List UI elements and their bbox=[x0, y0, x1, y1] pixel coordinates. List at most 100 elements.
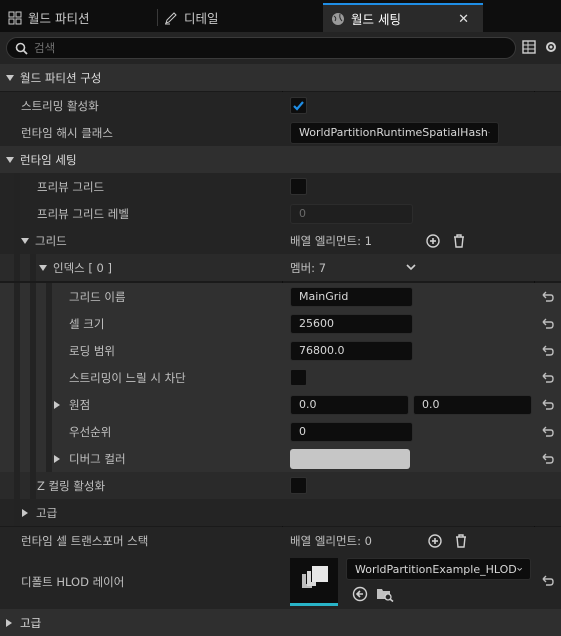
search-row bbox=[0, 32, 561, 64]
trash-icon[interactable] bbox=[454, 533, 468, 548]
chevron-down-icon[interactable] bbox=[21, 237, 29, 244]
reset-arrow-icon[interactable] bbox=[540, 425, 554, 439]
tab-label: 월드 세팅 bbox=[351, 12, 401, 27]
tab-bar: 월드 파티션 디테일 월드 세팅 ✕ bbox=[0, 0, 561, 32]
property-label: 셀 크기 bbox=[69, 316, 105, 331]
priority-field[interactable]: 0 bbox=[290, 421, 413, 442]
dropdown-value: WorldPartitionExample_HLOD bbox=[355, 562, 517, 576]
property-label: 디버그 컬러 bbox=[69, 451, 126, 466]
origin-x-field[interactable]: 0.0 bbox=[290, 394, 409, 415]
array-count: 배열 엘리먼트: 0 bbox=[290, 533, 372, 548]
world-partition-icon bbox=[8, 11, 22, 24]
row-priority: 우선순위 0 bbox=[0, 418, 561, 445]
chevron-down-icon[interactable] bbox=[6, 156, 14, 163]
property-label: 인덱스 [ 0 ] bbox=[53, 260, 112, 275]
property-label: 우선순위 bbox=[69, 424, 112, 439]
row-grids: 그리드 배열 엘리먼트: 1 bbox=[0, 227, 561, 254]
hlod-layer-dropdown[interactable]: WorldPartitionExample_HLOD bbox=[346, 558, 531, 580]
pencil-icon bbox=[165, 11, 177, 24]
row-index-0: 인덱스 [ 0 ] 멤버: 7 bbox=[0, 254, 561, 281]
row-grid-name: 그리드 이름 MainGrid bbox=[0, 283, 561, 310]
property-label: Z 컬링 활성화 bbox=[37, 478, 106, 493]
tab-label: 디테일 bbox=[184, 11, 219, 26]
use-selected-icon[interactable] bbox=[352, 586, 368, 602]
row-default-hlod-layer: 디폴트 HLOD 레이어 WorldPartitionExample_HLOD bbox=[0, 554, 561, 609]
runtime-hash-class-dropdown[interactable]: WorldPartitionRuntimeSpatialHash bbox=[290, 121, 499, 144]
reset-arrow-icon[interactable] bbox=[540, 317, 554, 331]
hlod-asset-icon bbox=[302, 566, 328, 588]
chevron-right-icon[interactable] bbox=[54, 454, 60, 463]
category-advanced[interactable]: 고급 bbox=[0, 609, 561, 636]
row-runtime-cell-transformer-stack: 런타임 셀 트랜스포머 스택 배열 엘리먼트: 0 bbox=[0, 527, 561, 554]
trash-icon[interactable] bbox=[452, 233, 466, 248]
streaming-checkbox[interactable] bbox=[290, 97, 307, 114]
chevron-down-icon[interactable] bbox=[406, 264, 416, 271]
table-view-icon[interactable] bbox=[522, 40, 536, 54]
property-label: 런타임 해시 클래스 bbox=[21, 125, 113, 140]
category-runtime-settings[interactable]: 런타임 세팅 bbox=[0, 146, 561, 173]
property-label: 로딩 범위 bbox=[69, 343, 115, 358]
chevron-right-icon[interactable] bbox=[54, 400, 60, 409]
tab-details[interactable]: 디테일 bbox=[158, 3, 316, 32]
debug-color-swatch[interactable] bbox=[290, 448, 410, 469]
preview-grid-level-field[interactable]: 0 bbox=[290, 203, 413, 224]
dropdown-value: WorldPartitionRuntimeSpatialHash bbox=[299, 126, 488, 139]
property-label: 그리드 bbox=[35, 233, 67, 248]
search-icon bbox=[15, 42, 28, 55]
preview-grids-checkbox[interactable] bbox=[290, 178, 307, 195]
category-label: 고급 bbox=[20, 615, 42, 630]
hlod-thumbnail[interactable] bbox=[290, 558, 338, 606]
search-input[interactable] bbox=[34, 41, 494, 55]
loading-range-field[interactable]: 76800.0 bbox=[290, 340, 413, 361]
search-box[interactable] bbox=[6, 37, 516, 59]
property-label: 고급 bbox=[36, 505, 58, 520]
tab-world-partition[interactable]: 월드 파티션 bbox=[0, 3, 158, 32]
row-debug-color: 디버그 컬러 bbox=[0, 445, 561, 472]
chevron-right-icon[interactable] bbox=[6, 618, 12, 627]
property-label: 스트리밍 활성화 bbox=[21, 98, 99, 113]
gear-icon[interactable] bbox=[544, 40, 558, 54]
row-runtime-hash-class: 런타임 해시 클래스 WorldPartitionRuntimeSpatialH… bbox=[0, 119, 561, 146]
property-label: 그리드 이름 bbox=[69, 289, 126, 304]
row-origin: 원점 0.0 0.0 bbox=[0, 391, 561, 418]
reset-arrow-icon[interactable] bbox=[540, 398, 554, 412]
array-count: 배열 엘리먼트: 1 bbox=[290, 233, 372, 248]
close-icon[interactable]: ✕ bbox=[458, 12, 469, 27]
chevron-down-icon[interactable] bbox=[6, 74, 14, 81]
block-slow-streaming-checkbox[interactable] bbox=[290, 369, 307, 386]
row-z-culling: Z 컬링 활성화 bbox=[0, 472, 561, 499]
cell-size-field[interactable]: 25600 bbox=[290, 313, 413, 334]
reset-arrow-icon[interactable] bbox=[540, 574, 554, 588]
chevron-down-icon bbox=[487, 131, 490, 134]
reset-arrow-icon[interactable] bbox=[540, 290, 554, 304]
grid-name-field[interactable]: MainGrid bbox=[290, 286, 413, 307]
property-label: 런타임 셀 트랜스포머 스택 bbox=[21, 533, 149, 548]
category-label: 런타임 세팅 bbox=[20, 152, 77, 167]
checkmark-icon bbox=[293, 101, 304, 111]
chevron-down-icon[interactable] bbox=[39, 264, 47, 271]
row-cell-size: 셀 크기 25600 bbox=[0, 310, 561, 337]
row-preview-grids: 프리뷰 그리드 bbox=[0, 173, 561, 200]
property-label: 원점 bbox=[69, 397, 91, 412]
browse-folder-icon[interactable] bbox=[376, 586, 394, 602]
origin-y-field[interactable]: 0.0 bbox=[413, 394, 532, 415]
globe-icon bbox=[332, 12, 344, 25]
reset-arrow-icon[interactable] bbox=[540, 371, 554, 385]
reset-arrow-icon[interactable] bbox=[540, 452, 554, 466]
add-element-icon[interactable] bbox=[428, 533, 442, 548]
tab-world-settings[interactable]: 월드 세팅 ✕ bbox=[323, 3, 483, 32]
row-streaming-enabled: 스트리밍 활성화 bbox=[0, 92, 561, 119]
row-preview-grid-level: 프리뷰 그리드 레벨 0 bbox=[0, 200, 561, 227]
reset-arrow-icon[interactable] bbox=[540, 344, 554, 358]
chevron-right-icon[interactable] bbox=[22, 508, 28, 517]
tab-label: 월드 파티션 bbox=[28, 11, 90, 26]
row-block-on-slow-streaming: 스트리밍이 느릴 시 차단 bbox=[0, 364, 561, 391]
z-culling-checkbox[interactable] bbox=[290, 477, 307, 494]
member-count: 멤버: 7 bbox=[290, 260, 327, 275]
category-label: 월드 파티션 구성 bbox=[20, 70, 102, 85]
row-loading-range: 로딩 범위 76800.0 bbox=[0, 337, 561, 364]
category-world-partition-setup[interactable]: 월드 파티션 구성 bbox=[0, 64, 561, 91]
property-label: 스트리밍이 느릴 시 차단 bbox=[69, 370, 186, 385]
add-element-icon[interactable] bbox=[426, 233, 440, 248]
row-advanced-inner[interactable]: 고급 bbox=[0, 499, 561, 526]
